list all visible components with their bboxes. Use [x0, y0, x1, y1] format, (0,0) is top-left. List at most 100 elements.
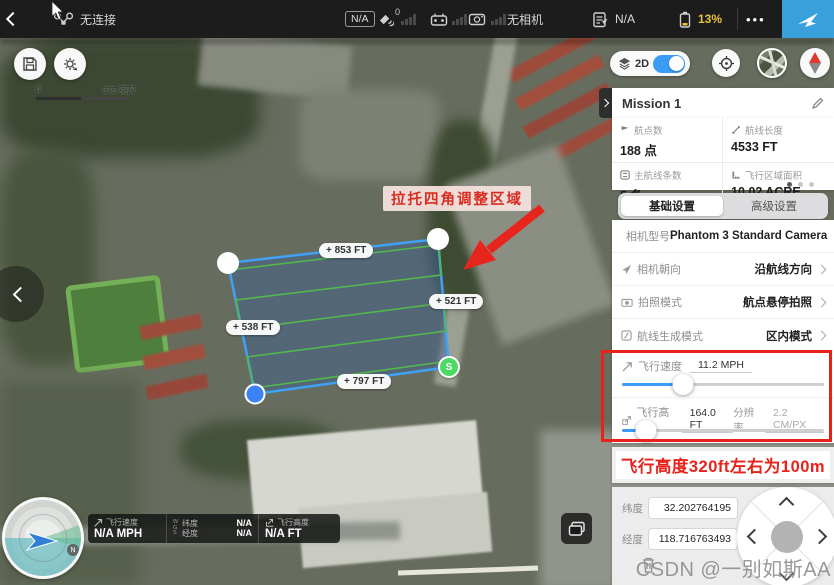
compass-reset-button[interactable]	[800, 48, 830, 78]
edge-length-label-top: + 853 FT	[319, 243, 373, 258]
polygon-corner-handle[interactable]	[427, 228, 449, 250]
gps-status: 0	[377, 0, 400, 38]
camera-icon	[468, 12, 486, 26]
altitude-value: N/A FT	[265, 528, 334, 540]
compass-needle-north	[809, 52, 821, 63]
edit-pencil-icon[interactable]	[811, 97, 824, 110]
topbar-divider	[737, 8, 738, 30]
2d-toggle-switch[interactable]	[653, 55, 685, 73]
airplane-icon	[796, 9, 820, 29]
gear-icon	[62, 56, 79, 73]
gs-pro-app: + 853 FT + 521 FT + 538 FT + 797 FT S 拉托…	[0, 0, 834, 585]
more-dots: •••	[746, 12, 766, 27]
setting-route-mode[interactable]: 航线生成模式 区内模式	[612, 319, 834, 352]
edge-length-label-right: + 521 FT	[429, 294, 483, 309]
stat-waypoints: 航点数 188 点	[612, 118, 723, 163]
map-mode-label: 2D	[635, 58, 649, 70]
altitude-note-panel: 飞行高度320ft左右为100m	[612, 447, 834, 483]
battery-status[interactable]: 13%	[678, 0, 722, 38]
camera-status: 无相机	[507, 0, 543, 38]
edge-length-label-left: + 538 FT	[226, 320, 280, 335]
annotation-text: 拉托四角调整区域	[383, 186, 531, 211]
media-layers-button[interactable]	[561, 513, 592, 544]
route-length-icon	[731, 125, 741, 135]
compass-needle-south	[809, 63, 821, 74]
polygon-corner-handle[interactable]	[217, 252, 239, 274]
flight-altitude-icon	[622, 415, 631, 426]
dpad-center-button[interactable]	[771, 521, 803, 553]
setting-photo-mode[interactable]: 拍照模式 航点悬停拍照	[612, 286, 834, 319]
battery-percent: 13%	[698, 12, 722, 26]
settings-tabs: 基础设置 高级设置	[618, 193, 828, 219]
longitude-label: 经度	[622, 532, 648, 547]
chevron-right-icon	[817, 297, 827, 307]
speed-slider-thumb[interactable]	[672, 374, 693, 395]
layers-icon	[618, 57, 631, 70]
map-scale-bar: 0375 英尺	[36, 84, 136, 100]
nudge-left-button[interactable]	[747, 529, 763, 545]
lat-label: 纬度	[182, 519, 198, 528]
altitude-slider-track[interactable]	[622, 429, 824, 432]
nudge-right-button[interactable]	[812, 529, 828, 545]
aircraft-heading-arrow	[23, 528, 63, 554]
telemetry-position: WGS 纬度 N/A 经度 N/A	[166, 514, 258, 543]
main-lines-icon	[620, 170, 630, 180]
stats-page-dots[interactable]	[787, 182, 814, 187]
altitude-note-text: 飞行高度320ft左右为100m	[616, 451, 830, 479]
more-menu-button[interactable]: •••	[746, 0, 766, 38]
map-mode-toggle[interactable]: 2D	[610, 51, 690, 76]
camera-signal-status	[468, 0, 486, 38]
checklist-value: N/A	[615, 12, 635, 26]
remote-controller-status	[430, 0, 448, 38]
checklist-status[interactable]: N/A	[592, 0, 635, 38]
telemetry-bar: 飞行速度 N/A MPH WGS 纬度 N/A 经度 N/A 飞行高度 N/A FT	[88, 514, 340, 543]
lon-label: 经度	[182, 529, 198, 538]
tab-advanced-settings[interactable]: 高级设置	[723, 196, 825, 216]
scale-label: 375 英尺	[102, 84, 136, 96]
nudge-up-button[interactable]	[779, 497, 795, 513]
back-button[interactable]	[8, 0, 18, 38]
area-ruler-icon	[731, 170, 741, 180]
speed-slider-track[interactable]	[622, 383, 824, 386]
speed-value-field[interactable]: 11.2 MPH	[690, 359, 752, 373]
route-start-marker[interactable]: S	[438, 356, 460, 378]
speed-value: N/A MPH	[94, 528, 160, 540]
latitude-row: 纬度 32.202764195	[622, 497, 738, 519]
toggle-knob	[669, 56, 684, 71]
telemetry-speed: 飞行速度 N/A MPH	[88, 514, 166, 543]
wgs-label: WGS	[173, 520, 179, 537]
setting-camera-heading[interactable]: 相机朝向 沿航线方向	[612, 253, 834, 286]
stat-waypoints-value: 188 点	[620, 140, 714, 159]
telemetry-altitude: 飞行高度 N/A FT	[258, 514, 340, 543]
lat-value: N/A	[237, 519, 253, 528]
latitude-input[interactable]: 32.202764195	[648, 497, 738, 519]
tab-basic-settings[interactable]: 基础设置	[621, 196, 723, 216]
setting-camera-model[interactable]: 相机型号 Phantom 3 Standard Camera	[612, 220, 834, 253]
camera-signal-bars	[491, 0, 506, 38]
takeoff-button[interactable]	[782, 0, 834, 38]
rc-signal-bars	[452, 0, 467, 38]
speed-icon	[94, 518, 103, 527]
connection-status: 无连接	[80, 11, 116, 28]
gps-signal-bars	[401, 0, 416, 38]
mission-settings-button[interactable]	[54, 48, 86, 80]
lon-value: N/A	[237, 529, 253, 538]
polygon-corner-handle-active[interactable]	[246, 385, 265, 404]
flight-mode-badge: N/A	[345, 0, 375, 38]
waypoint-icon	[620, 125, 630, 135]
battery-icon	[678, 11, 693, 28]
save-mission-button[interactable]	[14, 48, 46, 80]
latitude-label: 纬度	[622, 501, 648, 516]
checklist-icon	[592, 11, 609, 28]
mouse-cursor	[50, 1, 65, 21]
heading-icon	[621, 264, 632, 275]
altitude-slider-thumb[interactable]	[636, 420, 657, 441]
locate-button[interactable]	[712, 49, 740, 77]
panel-collapse-button[interactable]	[599, 88, 612, 118]
gps-satellite-icon	[377, 12, 394, 27]
longitude-input[interactable]: 118.716763493	[648, 528, 738, 550]
speed-setting-label: 飞行速度	[638, 358, 682, 374]
flight-parameters: 飞行速度 11.2 MPH 飞行高度 164.0 FT 分辨率 2.2 CM/P…	[612, 352, 834, 443]
compass-north-marker: N	[67, 544, 79, 556]
minimap-button[interactable]	[757, 48, 787, 78]
